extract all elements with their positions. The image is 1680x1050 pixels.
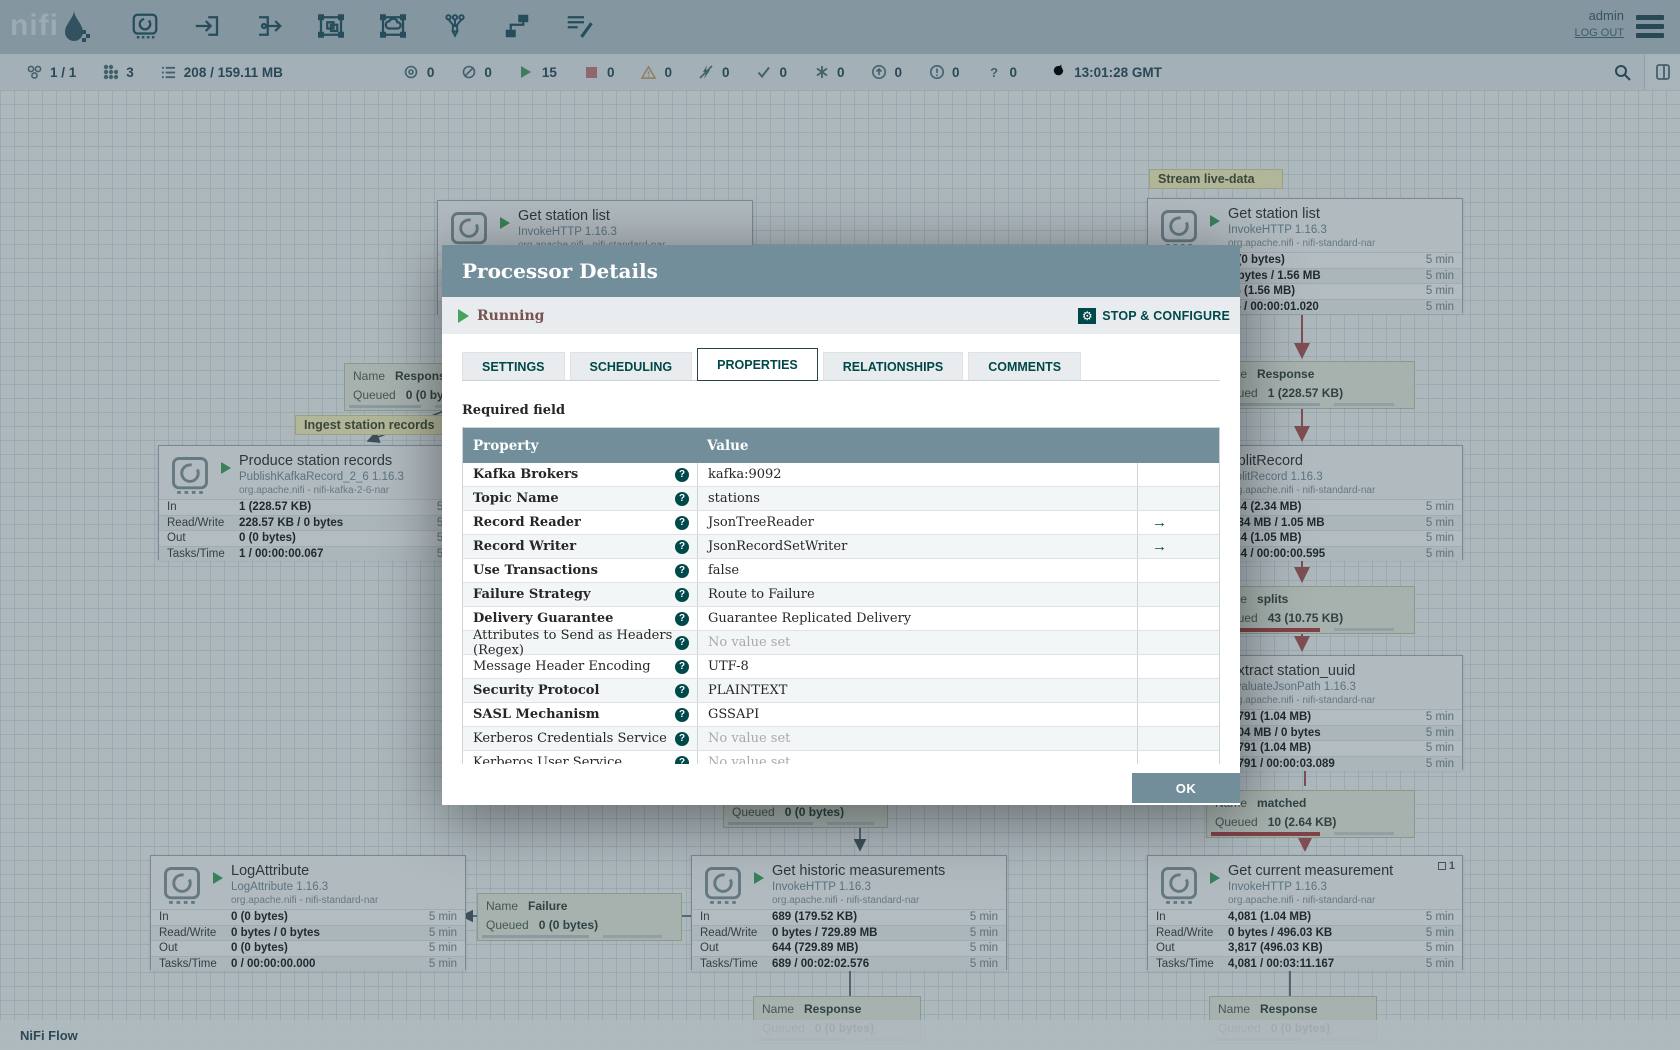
help-icon[interactable]: ?: [675, 683, 689, 698]
property-value: No value set: [697, 631, 1137, 654]
column-property: Property: [473, 437, 539, 454]
tab-settings[interactable]: SETTINGS: [462, 352, 565, 380]
property-row: Topic Name? stations: [463, 487, 1219, 511]
property-name: Failure Strategy?: [463, 583, 697, 606]
property-value: false: [697, 559, 1137, 582]
dialog-header: Processor Details: [442, 245, 1240, 297]
dialog-title: Processor Details: [462, 259, 658, 283]
help-icon[interactable]: ?: [675, 539, 689, 554]
property-value: GSSAPI: [697, 703, 1137, 726]
goto-cell: [1137, 463, 1219, 486]
tab-properties[interactable]: PROPERTIES: [697, 348, 818, 381]
property-value: No value set: [697, 751, 1137, 764]
property-row: Kerberos Credentials Service? No value se…: [463, 727, 1219, 751]
help-icon[interactable]: ?: [675, 755, 689, 764]
property-value: No value set: [697, 727, 1137, 750]
property-name: Message Header Encoding?: [463, 655, 697, 678]
tab-scheduling[interactable]: SCHEDULING: [569, 352, 693, 380]
property-value: stations: [697, 487, 1137, 510]
property-name: Attributes to Send as Headers (Regex)?: [463, 628, 697, 658]
help-icon[interactable]: ?: [675, 587, 689, 602]
goto-cell: [1137, 583, 1219, 606]
property-row: Security Protocol? PLAINTEXT: [463, 679, 1219, 703]
help-icon[interactable]: ?: [675, 611, 689, 626]
help-icon[interactable]: ?: [675, 491, 689, 506]
gear-icon: ⚙: [1078, 307, 1097, 324]
goto-cell: [1137, 727, 1219, 750]
property-row: SASL Mechanism? GSSAPI: [463, 703, 1219, 727]
property-name: Use Transactions?: [463, 559, 697, 582]
help-icon[interactable]: ?: [675, 731, 689, 746]
property-name: SASL Mechanism?: [463, 703, 697, 726]
property-value: kafka:9092: [697, 463, 1137, 486]
property-row: Kerberos User Service? No value set: [463, 751, 1219, 764]
property-name: Kerberos Credentials Service?: [463, 727, 697, 750]
goto-service-icon[interactable]: →: [1152, 538, 1167, 555]
dialog-tabs: SETTINGS SCHEDULING PROPERTIES RELATIONSHIP…: [462, 348, 1220, 381]
property-name: Security Protocol?: [463, 679, 697, 702]
processor-details-dialog: Processor Details Running ⚙ STOP & CONFI…: [442, 245, 1240, 805]
property-name: Record Writer?: [463, 535, 697, 558]
properties-table-header: Property Value: [463, 428, 1219, 463]
property-row: Record Reader? JsonTreeReader →: [463, 511, 1219, 535]
property-row: Use Transactions? false: [463, 559, 1219, 583]
property-row: Record Writer? JsonRecordSetWriter →: [463, 535, 1219, 559]
column-value: Value: [707, 437, 749, 454]
help-icon[interactable]: ?: [675, 563, 689, 578]
help-icon[interactable]: ?: [675, 635, 689, 650]
goto-cell: →: [1137, 511, 1219, 534]
help-icon[interactable]: ?: [675, 659, 689, 674]
property-row: Kafka Brokers? kafka:9092: [463, 463, 1219, 487]
property-row: Failure Strategy? Route to Failure: [463, 583, 1219, 607]
help-icon[interactable]: ?: [675, 515, 689, 530]
running-icon: [458, 308, 469, 323]
tab-comments[interactable]: COMMENTS: [968, 352, 1082, 380]
property-value: Guarantee Replicated Delivery: [697, 607, 1137, 630]
property-name: Kerberos User Service?: [463, 751, 697, 764]
property-value: JsonTreeReader: [697, 511, 1137, 534]
property-name: Record Reader?: [463, 511, 697, 534]
property-row: Attributes to Send as Headers (Regex)? No…: [463, 628, 1219, 658]
tab-relationships[interactable]: RELATIONSHIPS: [822, 352, 964, 380]
goto-cell: [1137, 703, 1219, 726]
property-name: Kafka Brokers?: [463, 463, 697, 486]
property-value: PLAINTEXT: [697, 679, 1137, 702]
goto-service-icon[interactable]: →: [1152, 514, 1167, 531]
goto-cell: [1137, 679, 1219, 702]
property-name: Topic Name?: [463, 487, 697, 510]
dialog-status-row: Running ⚙ STOP & CONFIGURE: [442, 297, 1240, 334]
property-value: UTF-8: [697, 655, 1137, 678]
properties-table: Property Value Kafka Brokers? kafka:9092 T…: [462, 427, 1220, 764]
stop-and-configure-button[interactable]: ⚙ STOP & CONFIGURE: [1078, 307, 1230, 324]
goto-cell: [1137, 751, 1219, 764]
help-icon[interactable]: ?: [675, 467, 689, 482]
ok-button[interactable]: OK: [1132, 773, 1240, 803]
required-field-note: Required field: [462, 403, 566, 418]
goto-cell: [1137, 559, 1219, 582]
property-value: Route to Failure: [697, 583, 1137, 606]
goto-cell: [1137, 487, 1219, 510]
goto-cell: [1137, 607, 1219, 630]
property-value: JsonRecordSetWriter: [697, 535, 1137, 558]
run-status-text: Running: [477, 307, 545, 324]
goto-cell: [1137, 655, 1219, 678]
goto-cell: [1137, 631, 1219, 654]
help-icon[interactable]: ?: [675, 707, 689, 722]
property-row: Message Header Encoding? UTF-8: [463, 655, 1219, 679]
goto-cell: →: [1137, 535, 1219, 558]
